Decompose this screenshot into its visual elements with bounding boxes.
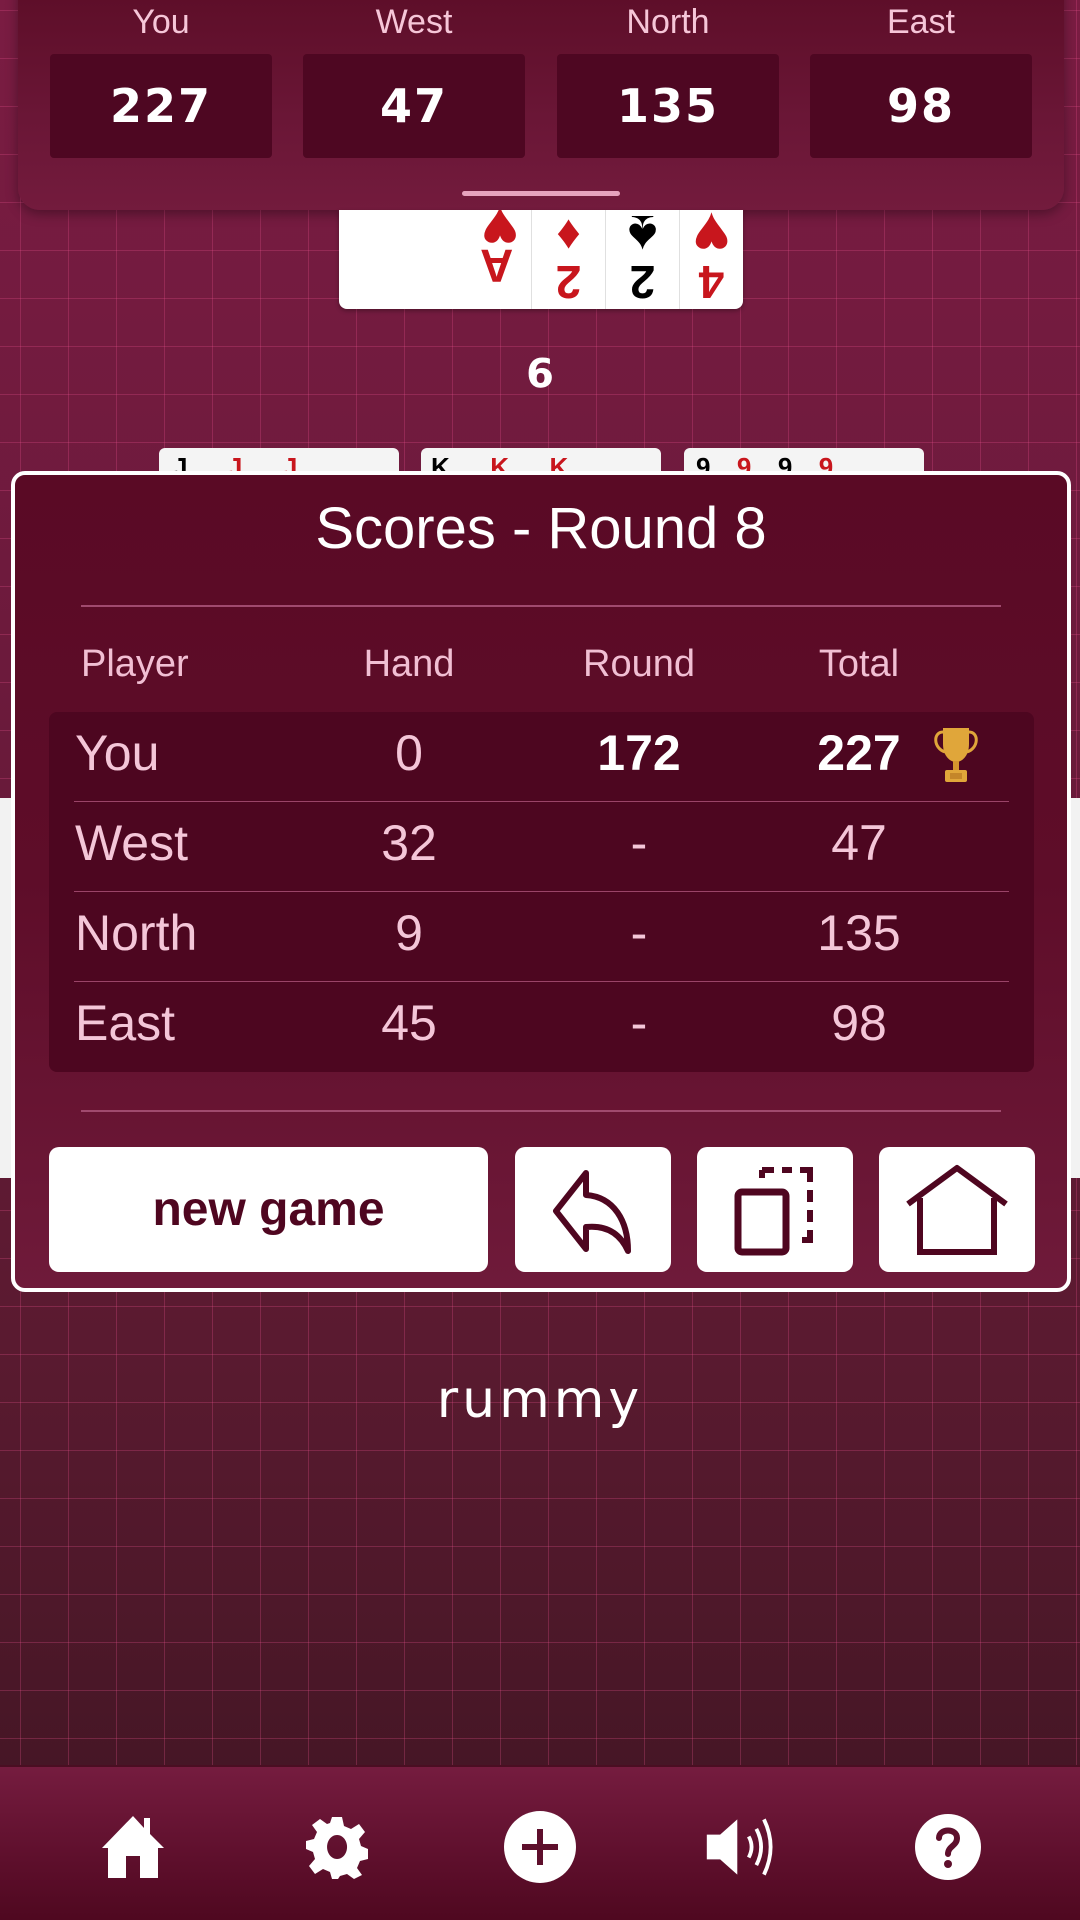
- rotate-screen-icon: [734, 1166, 813, 1255]
- dialog-title: Scores - Round 8: [315, 496, 767, 561]
- table-row: East 45 - 98: [49, 982, 1034, 1072]
- row-total: 98: [831, 995, 887, 1051]
- divider: [81, 1110, 1001, 1112]
- player-name: West: [375, 3, 453, 41]
- row-hand: 0: [395, 725, 423, 781]
- card: ♦ 2: [531, 210, 605, 309]
- card: ♥ 4: [679, 210, 743, 309]
- player-name: North: [626, 3, 710, 41]
- settings-gear-icon: [306, 1817, 368, 1879]
- score-north: North 135: [557, 0, 779, 158]
- scores-table: You 0 172 227 West 32 - 47 North 9 - 135…: [49, 712, 1034, 1072]
- undo-button[interactable]: [515, 1147, 671, 1272]
- player-score: 47: [303, 54, 525, 158]
- row-round: 172: [597, 725, 681, 781]
- spade-icon: ♠: [627, 210, 658, 267]
- score-you: You 227: [50, 0, 272, 158]
- nav-settings-button[interactable]: [297, 1807, 377, 1887]
- table-header: Player Hand Round Total: [15, 643, 1067, 693]
- home-icon: [102, 1816, 164, 1878]
- heart-icon: ♥: [481, 210, 519, 265]
- undo-arrow-icon: [553, 1169, 631, 1254]
- card-rank: 4: [698, 256, 725, 308]
- scores-dialog: Scores - Round 8 Player Hand Round Total…: [11, 471, 1071, 1292]
- header-player: Player: [81, 643, 189, 685]
- player-score: 227: [50, 54, 272, 158]
- score-east: East 98: [810, 0, 1032, 158]
- diamond-icon: ♦: [556, 210, 581, 262]
- header-hand: Hand: [363, 643, 455, 685]
- player-score: 98: [810, 54, 1032, 158]
- table-row: You 0 172 227: [49, 712, 1034, 802]
- row-round: -: [630, 815, 648, 871]
- row-total: 135: [817, 905, 901, 961]
- row-player: East: [75, 995, 176, 1051]
- row-total: 47: [831, 815, 887, 871]
- divider: [81, 605, 1001, 607]
- sound-on-icon: [706, 1818, 773, 1876]
- north-meld[interactable]: A ♥ ♦ 2 ♠ 2 ♥ 4: [339, 210, 743, 309]
- game-logo: rummy: [436, 1370, 644, 1430]
- player-score: 135: [557, 54, 779, 158]
- card-rank: 2: [555, 256, 582, 308]
- rotate-screen-button[interactable]: [697, 1147, 853, 1272]
- discard-pile-count: 9: [526, 348, 554, 394]
- score-west: West 47: [303, 0, 525, 158]
- row-hand: 9: [395, 905, 423, 961]
- trophy-icon: [934, 728, 978, 782]
- header-round: Round: [583, 643, 695, 685]
- home-outline-icon: [906, 1164, 1008, 1255]
- help-icon: [915, 1814, 981, 1880]
- row-round: -: [630, 905, 648, 961]
- row-round: -: [630, 995, 648, 1051]
- nav-home-button[interactable]: [93, 1807, 173, 1887]
- row-player: North: [75, 905, 198, 961]
- card-rank: 2: [629, 256, 656, 308]
- nav-help-button[interactable]: [908, 1807, 988, 1887]
- bottom-navigation: [0, 1765, 1080, 1920]
- heart-icon: ♥: [692, 210, 731, 271]
- player-name: You: [132, 3, 190, 41]
- card: A ♥: [339, 210, 531, 309]
- add-circle-icon: [504, 1811, 576, 1883]
- table-row: West 32 - 47: [49, 802, 1034, 892]
- player-name: East: [886, 3, 956, 41]
- new-game-button[interactable]: new game: [49, 1147, 488, 1272]
- row-player: West: [75, 815, 188, 871]
- nav-sound-button[interactable]: [703, 1807, 783, 1887]
- nav-new-game-button[interactable]: [500, 1807, 580, 1887]
- home-button[interactable]: [879, 1147, 1035, 1272]
- row-hand: 32: [381, 815, 437, 871]
- row-total: 227: [817, 725, 901, 781]
- row-player: You: [75, 725, 160, 781]
- table-row: North 9 - 135: [49, 892, 1034, 982]
- card: ♠ 2: [605, 210, 679, 309]
- header-total: Total: [818, 643, 900, 685]
- row-hand: 45: [381, 995, 437, 1051]
- scoreboard-panel[interactable]: You 227 West 47 North 135 East 98: [18, 0, 1064, 210]
- scoreboard-drag-handle[interactable]: [462, 191, 620, 196]
